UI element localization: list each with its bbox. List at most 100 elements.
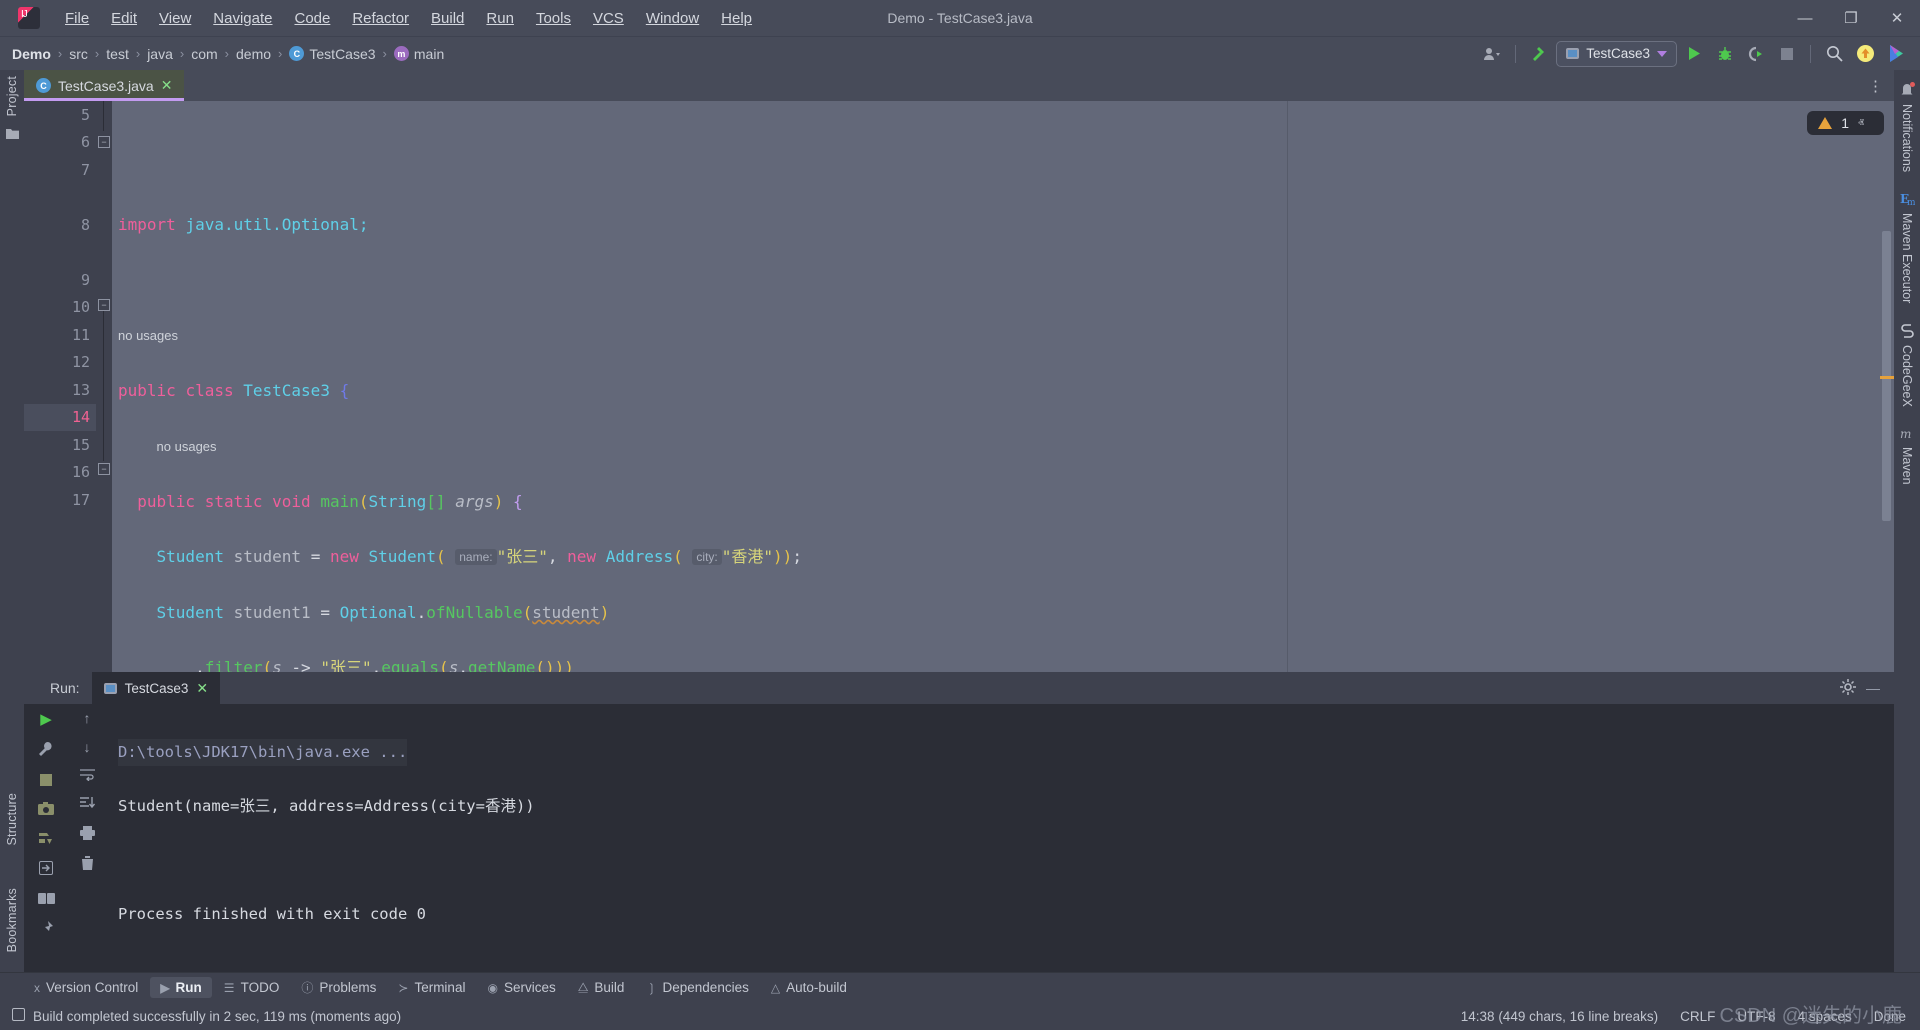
menu-item-view[interactable]: View — [148, 7, 202, 30]
scroll-down-icon[interactable]: ↓ — [84, 739, 91, 755]
breadcrumb-test[interactable]: test — [102, 44, 133, 64]
sidebar-item-maven[interactable]: Maven — [1900, 443, 1914, 501]
sidebar-item-maven-executor[interactable]: Maven Executor — [1900, 209, 1914, 319]
sidebar-item-notifications[interactable]: Notifications — [1900, 100, 1914, 188]
clear-all-icon[interactable] — [81, 856, 94, 873]
tool-window-services[interactable]: ◉ Services — [477, 977, 565, 998]
menu-item-tools[interactable]: Tools — [525, 7, 582, 30]
sidebar-item-structure[interactable]: Structure — [5, 787, 19, 852]
status-caret-position[interactable]: 14:38 (449 chars, 16 line breaks) — [1461, 1009, 1658, 1024]
editor-tab-testcase3[interactable]: C TestCase3.java ✕ — [24, 70, 184, 101]
editor-tab-actions: ⋮ — [1868, 70, 1894, 101]
scroll-up-icon[interactable]: ↑ — [84, 710, 91, 726]
tool-window-build[interactable]: ⧋ Build — [568, 977, 635, 998]
run-button[interactable] — [1680, 41, 1708, 67]
warning-stripe-mark[interactable] — [1880, 376, 1894, 379]
close-button[interactable]: ✕ — [1874, 0, 1920, 36]
more-options-icon[interactable]: ⋮ — [1868, 77, 1884, 95]
window-controls: — ❐ ✕ — [1782, 0, 1920, 36]
codegeex-icon[interactable] — [1900, 323, 1915, 341]
update-icon[interactable] — [1851, 41, 1879, 67]
tool-window-run[interactable]: ▶ Run — [150, 977, 211, 998]
stop-button[interactable] — [1773, 41, 1801, 67]
menu-item-run-label: Run — [486, 10, 514, 27]
status-encoding[interactable]: UTF-8 — [1737, 1009, 1775, 1024]
soft-wrap-icon[interactable] — [80, 768, 95, 784]
run-with-coverage-button[interactable] — [1742, 41, 1770, 67]
menu-item-edit[interactable]: Edit — [100, 7, 148, 30]
menu-item-vcs[interactable]: VCS — [582, 7, 635, 30]
close-tab-icon[interactable]: ✕ — [161, 77, 173, 94]
user-icon[interactable] — [1478, 41, 1506, 67]
console-output[interactable]: D:\tools\JDK17\bin\java.exe ... Student(… — [106, 704, 1894, 972]
run-configuration-selector[interactable]: TestCase3 — [1556, 41, 1677, 67]
status-git-branch[interactable]: Done — [1874, 1009, 1906, 1024]
fold-marker-method[interactable]: − — [98, 299, 110, 311]
tool-window-todo[interactable]: ☰ TODO — [214, 977, 290, 998]
debug-button[interactable] — [1711, 41, 1739, 67]
code-text[interactable]: import java.util.Optional; no usages pub… — [112, 101, 1880, 672]
minimize-panel-icon[interactable]: — — [1866, 680, 1880, 696]
stop-icon[interactable] — [40, 773, 52, 789]
notifications-bell-icon[interactable] — [1900, 82, 1915, 100]
screenshot-icon[interactable] — [38, 802, 54, 818]
menu-item-file-label: File — [65, 10, 89, 27]
status-build-message: Build completed successfully in 2 sec, 1… — [33, 1009, 401, 1024]
settings-wrench-icon[interactable] — [38, 741, 54, 760]
breadcrumb-src[interactable]: src — [65, 44, 92, 64]
sidebar-item-bookmarks[interactable]: Bookmarks — [5, 882, 19, 958]
pin-icon[interactable] — [39, 920, 54, 938]
menu-item-file[interactable]: File — [54, 7, 100, 30]
error-stripe[interactable] — [1880, 101, 1894, 672]
maven-executor-icon[interactable]: Em — [1900, 192, 1915, 209]
menu-item-code[interactable]: Code — [283, 7, 341, 30]
tool-window-version-control[interactable]: x Version Control — [24, 977, 148, 998]
previous-problem-icon[interactable]: ⱏ — [1858, 116, 1864, 131]
scroll-to-end-icon[interactable] — [80, 797, 95, 813]
close-run-tab-icon[interactable]: ✕ — [196, 680, 208, 697]
ai-assistant-icon[interactable] — [1882, 41, 1910, 67]
breadcrumb-main[interactable]: m main — [390, 44, 448, 64]
breadcrumb-com[interactable]: com — [187, 44, 221, 64]
hammer-icon[interactable] — [1525, 41, 1553, 67]
menu-item-refactor[interactable]: Refactor — [341, 7, 420, 30]
maximize-button[interactable]: ❐ — [1828, 0, 1874, 36]
folder-icon[interactable] — [6, 128, 19, 142]
tool-window-dependencies[interactable]: ❳ Dependencies — [636, 977, 758, 998]
tool-window-terminal[interactable]: ≻ Terminal — [388, 977, 475, 998]
tool-window-problems[interactable]: ⓘ Problems — [291, 976, 386, 999]
editor-fold-column[interactable]: − − − — [96, 101, 112, 672]
inspection-widget[interactable]: 1 ⱏ ⱟ — [1807, 111, 1884, 135]
tool-window-auto-build[interactable]: △ Auto-build — [761, 977, 857, 998]
menu-item-navigate[interactable]: Navigate — [202, 7, 283, 30]
maven-icon[interactable]: m — [1900, 427, 1915, 443]
menu-item-help[interactable]: Help — [710, 7, 763, 30]
minimize-button[interactable]: — — [1782, 0, 1828, 36]
menu-item-window[interactable]: Window — [635, 7, 710, 30]
menu-bar: File Edit View Navigate Code Refactor Bu… — [0, 0, 1920, 36]
layout-icon[interactable] — [38, 891, 55, 907]
menu-item-build[interactable]: Build — [420, 7, 475, 30]
breadcrumb-demo[interactable]: Demo — [8, 44, 55, 64]
breadcrumb-testcase3[interactable]: C TestCase3 — [285, 44, 379, 64]
search-icon[interactable] — [1820, 41, 1848, 67]
breadcrumb-demo-pkg[interactable]: demo — [232, 44, 275, 64]
code-editor[interactable]: 5 6 7 8 ▶ 9 ▶ 10 11 12 13 — [24, 101, 1894, 672]
fold-marker-import[interactable]: − — [98, 136, 110, 148]
coverage-icon[interactable] — [38, 831, 54, 848]
export-icon[interactable] — [39, 861, 54, 878]
sidebar-item-project[interactable]: Project — [5, 70, 19, 122]
breadcrumb-java[interactable]: java — [143, 44, 177, 64]
tool-window-bar: x Version Control ▶ Run ☰ TODO ⓘ Problem… — [0, 972, 1920, 1002]
run-tab-testcase3[interactable]: TestCase3 ✕ — [92, 672, 221, 704]
fold-marker-class[interactable]: − — [98, 463, 110, 475]
gear-icon[interactable] — [1840, 679, 1856, 698]
editor-gutter[interactable]: 5 6 7 8 ▶ 9 ▶ 10 11 12 13 — [24, 101, 96, 672]
stop-icon — [1781, 48, 1793, 60]
rerun-icon[interactable]: ▶ — [40, 710, 52, 728]
status-line-separator[interactable]: CRLF — [1680, 1009, 1715, 1024]
status-indent[interactable]: 4 spaces — [1798, 1009, 1852, 1024]
print-icon[interactable] — [80, 826, 95, 843]
sidebar-item-codegeex[interactable]: CodeGeeX — [1900, 341, 1914, 423]
menu-item-run[interactable]: Run — [475, 7, 525, 30]
